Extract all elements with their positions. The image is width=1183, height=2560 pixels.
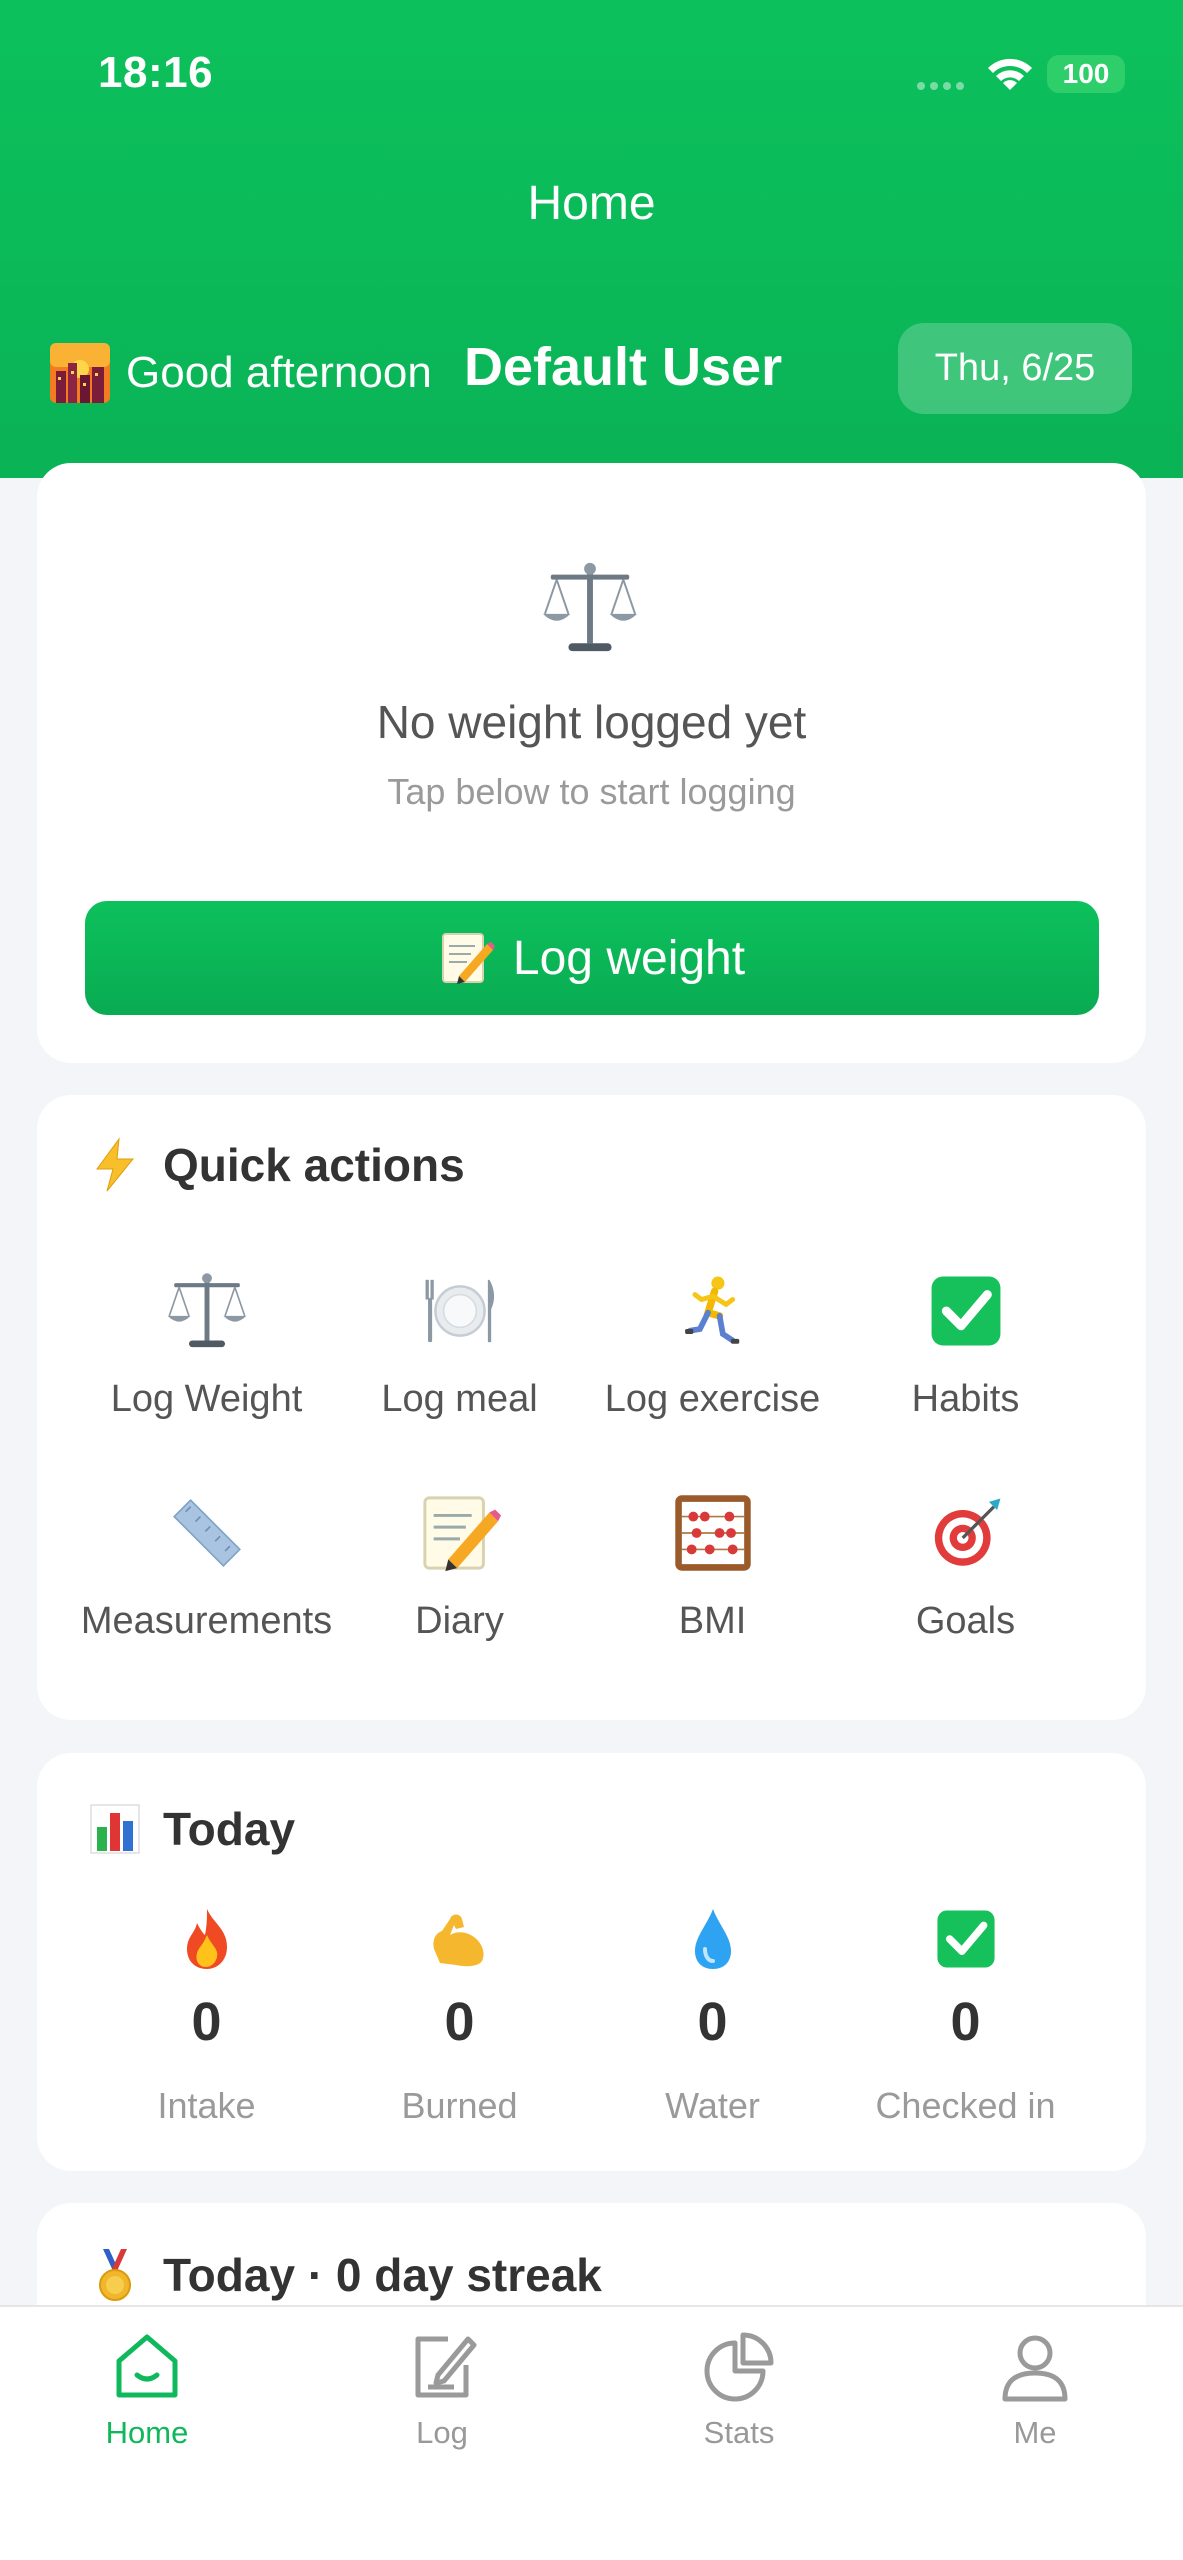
cellular-signal-icon <box>917 82 964 90</box>
user-icon <box>1002 2335 1068 2402</box>
edit-icon <box>415 2336 477 2398</box>
ruler-icon <box>172 1499 241 1567</box>
medal-icon <box>99 2249 131 2301</box>
quick-action-label: Habits <box>911 1378 1020 1420</box>
quick-actions-row-2: Measurements Diary BMI Goals <box>37 1492 1146 1672</box>
quick-actions-header: Quick actions <box>89 1137 465 1193</box>
memo-icon <box>441 933 495 984</box>
user-name: Default User <box>464 337 783 397</box>
stat-burned: 0 Burned <box>333 1905 586 2126</box>
balance-scale-icon <box>167 1273 246 1348</box>
tab-label: Stats <box>703 2415 775 2450</box>
log-weight-button[interactable]: Log weight <box>85 901 1099 1015</box>
bar-chart-icon <box>90 1804 140 1854</box>
tab-label: Log <box>416 2415 468 2450</box>
tab-home[interactable]: Home <box>47 2329 247 2451</box>
target-icon <box>934 1498 1000 1566</box>
water-drop-icon <box>694 1909 731 1969</box>
quick-action-log-weight[interactable]: Log Weight <box>80 1270 333 1450</box>
quick-actions-card: Quick actions Log Weight Log meal Log ex… <box>37 1095 1146 1720</box>
quick-action-goals[interactable]: Goals <box>839 1492 1092 1672</box>
quick-action-bmi[interactable]: BMI <box>586 1492 839 1672</box>
stat-value: 0 <box>191 1992 222 2052</box>
tab-stats[interactable]: Stats <box>639 2329 839 2451</box>
quick-actions-row-1: Log Weight Log meal Log exercise Habits <box>37 1270 1146 1450</box>
stat-value: 0 <box>444 1992 475 2052</box>
stat-value: 0 <box>950 1992 981 2052</box>
pie-chart-icon <box>704 2332 774 2402</box>
memo-icon <box>422 1496 501 1572</box>
runner-icon <box>684 1276 739 1344</box>
check-box-icon <box>936 1910 995 1968</box>
bottom-tab-bar: Home Log Stats Me <box>0 2305 1183 2560</box>
stat-intake: 0 Intake <box>80 1905 333 2126</box>
today-title: Today <box>163 1803 296 1855</box>
page-title: Home <box>527 177 656 230</box>
abacus-icon <box>674 1495 751 1571</box>
quick-action-log-meal[interactable]: Log meal <box>333 1270 586 1450</box>
quick-action-habits[interactable]: Habits <box>839 1270 1092 1450</box>
plate-cutlery-icon <box>425 1279 494 1343</box>
sunset-city-icon <box>50 343 110 403</box>
quick-action-diary[interactable]: Diary <box>333 1492 586 1672</box>
lightning-icon <box>96 1137 135 1192</box>
quick-action-measurements[interactable]: Measurements <box>80 1492 333 1672</box>
status-time: 18:16 <box>98 48 214 97</box>
stat-value: 0 <box>697 1992 728 2052</box>
stat-water: 0 Water <box>586 1905 839 2126</box>
streak-header: Today · 0 day streak <box>89 2247 602 2303</box>
home-screen: 18:16 100 Home Good afternoon Default Us… <box>0 0 1183 2560</box>
fire-icon <box>186 1909 227 1969</box>
header: 18:16 100 Home Good afternoon Default Us… <box>0 0 1183 478</box>
empty-state-subtitle: Tap below to start logging <box>387 771 796 812</box>
today-header: Today <box>89 1801 295 1857</box>
today-stats: 0 Intake 0 Burned 0 Water 0 Checked in <box>37 1905 1146 2126</box>
stat-checked-in: 0 Checked in <box>839 1905 1092 2126</box>
flexed-biceps-icon <box>432 1914 484 1967</box>
tab-me[interactable]: Me <box>935 2329 1135 2451</box>
streak-title: Today · 0 day streak <box>163 2249 602 2301</box>
quick-action-label: Goals <box>915 1600 1016 1642</box>
balance-scale-icon <box>542 562 638 652</box>
battery-indicator: 100 <box>1047 55 1125 93</box>
home-icon <box>116 2334 178 2398</box>
stat-label: Checked in <box>875 2085 1056 2126</box>
empty-state-title: No weight logged yet <box>376 696 807 748</box>
weight-card: No weight logged yet Tap below to start … <box>37 463 1146 1063</box>
wifi-icon <box>988 58 1032 90</box>
today-card: Today 0 Intake 0 Burned 0 Water 0 Checke… <box>37 1753 1146 2171</box>
tab-label: Home <box>105 2415 189 2450</box>
log-weight-label: Log weight <box>512 931 746 985</box>
greeting-text: Good afternoon <box>126 348 432 397</box>
tab-log[interactable]: Log <box>342 2329 542 2451</box>
quick-action-log-exercise[interactable]: Log exercise <box>586 1270 839 1450</box>
tab-label: Me <box>1013 2415 1057 2450</box>
check-box-icon <box>931 1276 1000 1346</box>
date-pill[interactable]: Thu, 6/25 <box>898 323 1132 414</box>
quick-actions-title: Quick actions <box>163 1139 465 1191</box>
